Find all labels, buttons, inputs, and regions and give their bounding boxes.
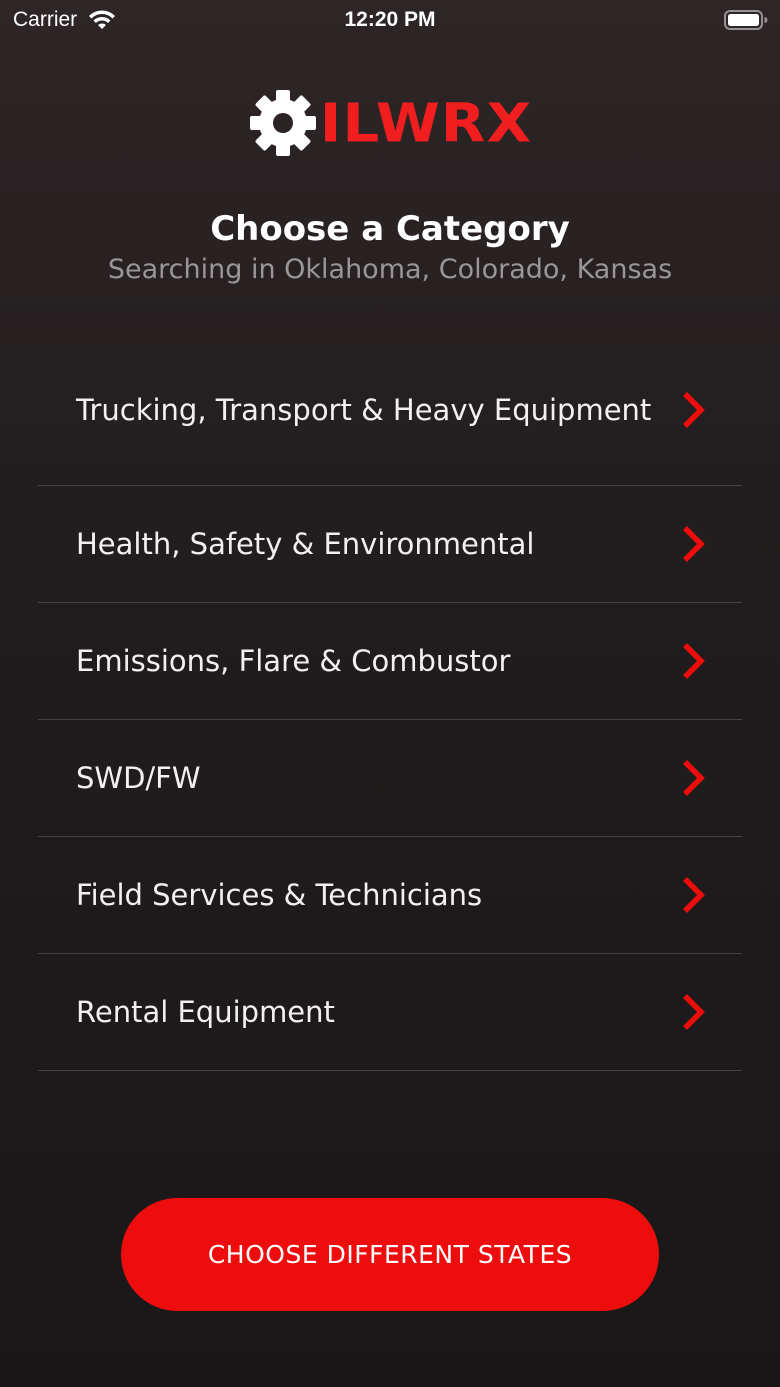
app-logo: ILWRX [0,88,780,158]
choose-different-states-label: CHOOSE DIFFERENT STATES [207,1240,573,1269]
chevron-right-icon [683,760,705,796]
category-item-field-services[interactable]: Field Services & Technicians [38,837,742,954]
gear-icon [249,90,316,156]
page-title: Choose a Category [210,209,570,249]
category-label: Emissions, Flare & Combustor [76,644,511,678]
search-location-subtitle: Searching in Oklahoma, Colorado, Kansas [107,254,673,285]
category-item-health-safety[interactable]: Health, Safety & Environmental [38,486,742,603]
battery-icon [724,10,768,30]
category-item-trucking[interactable]: Trucking, Transport & Heavy Equipment [38,334,742,486]
chevron-right-icon [683,994,705,1030]
category-list: Trucking, Transport & Heavy Equipment He… [38,334,742,1071]
chevron-right-icon [683,526,705,562]
category-label: SWD/FW [76,761,201,795]
category-item-rental-equipment[interactable]: Rental Equipment [38,954,742,1071]
category-item-emissions[interactable]: Emissions, Flare & Combustor [38,603,742,720]
category-label: Rental Equipment [76,995,335,1029]
chevron-right-icon [683,877,705,913]
category-label: Health, Safety & Environmental [76,527,535,561]
chevron-right-icon [683,391,705,428]
category-label: Trucking, Transport & Heavy Equipment [76,392,652,427]
chevron-right-icon [683,643,705,679]
category-item-swd-fw[interactable]: SWD/FW [38,720,742,837]
status-bar: Carrier 12:20 PM [0,0,780,40]
status-time: 12:20 PM [344,8,436,31]
logo-wordmark: ILWRX [319,91,533,155]
category-label: Field Services & Technicians [76,878,483,912]
choose-different-states-button[interactable]: CHOOSE DIFFERENT STATES [121,1198,659,1311]
